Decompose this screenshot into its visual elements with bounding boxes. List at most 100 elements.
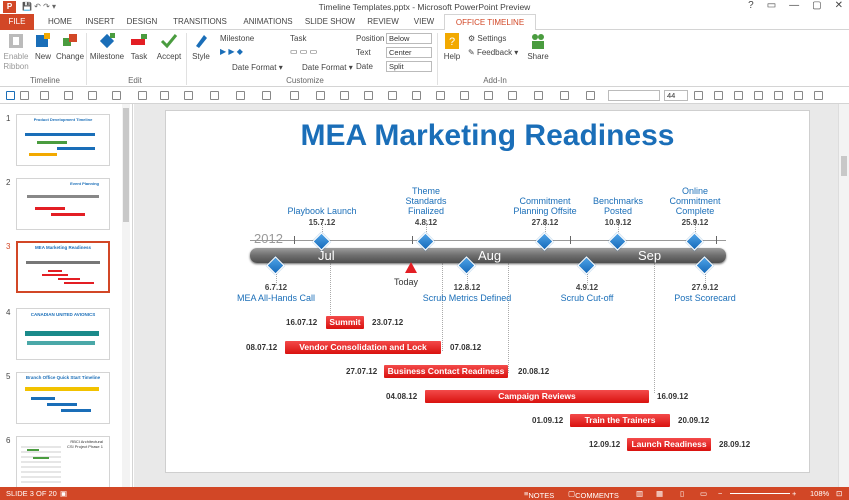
slide-thumbnail-3[interactable]: MEA Marketing Readiness — [16, 241, 110, 293]
align-icon[interactable] — [774, 91, 783, 100]
zoom-out-icon[interactable]: − — [718, 489, 722, 498]
milestone-label[interactable]: Commitment Planning Offsite — [505, 196, 585, 216]
format-icon[interactable] — [262, 91, 271, 100]
format-icon[interactable] — [112, 91, 121, 100]
format-icon[interactable] — [586, 91, 595, 100]
help-icon[interactable]: ? — [748, 0, 754, 11]
save-icon[interactable] — [6, 91, 15, 100]
spell-check-icon[interactable]: ▣ — [60, 489, 67, 498]
date-select[interactable]: Split — [386, 61, 432, 72]
canvas-scrollbar[interactable] — [838, 104, 849, 487]
scrollbar-thumb[interactable] — [841, 156, 847, 176]
slide-sorter-icon[interactable]: ▦ — [656, 489, 663, 498]
align-icon[interactable] — [794, 91, 803, 100]
tab-home[interactable]: HOME — [44, 14, 76, 30]
milestone-shape-icons[interactable]: ▶ ▶ ◆ — [220, 47, 243, 56]
slide-thumbnail-2[interactable]: Event Planning — [16, 178, 110, 230]
align-icon[interactable] — [754, 91, 763, 100]
close-icon[interactable]: ✕ — [835, 0, 843, 11]
slide-title[interactable]: MEA Marketing Readiness — [166, 119, 809, 153]
maximize-icon[interactable]: ▢ — [812, 0, 821, 11]
help-button[interactable]: ? Help — [441, 32, 463, 62]
tab-view[interactable]: VIEW — [410, 14, 438, 30]
format-icon[interactable] — [88, 91, 97, 100]
tab-slide-show[interactable]: SLIDE SHOW — [304, 14, 356, 30]
ribbon-display-icon[interactable]: ▭ — [767, 0, 776, 11]
settings-button[interactable]: ⚙ Settings — [468, 34, 506, 43]
slideshow-icon[interactable]: ▭ — [700, 489, 707, 498]
task-date-format-button[interactable]: Date Format ▾ — [302, 63, 353, 72]
task-bar[interactable]: Launch Readiness — [627, 438, 711, 451]
reading-view-icon[interactable]: ▯ — [680, 489, 684, 498]
new-timeline-button[interactable]: New — [32, 32, 54, 62]
task-bar[interactable]: Train the Trainers — [570, 414, 670, 427]
change-timeline-button[interactable]: Change — [56, 32, 84, 62]
slide-thumbnail-6[interactable]: RBCI Architectural CSI Project Phase 1 — [16, 436, 110, 488]
tab-transitions[interactable]: TRANSITIONS — [172, 14, 228, 30]
format-icon[interactable] — [508, 91, 517, 100]
milestone-label[interactable]: Benchmarks Posted — [583, 196, 653, 216]
thumbnails-scrollbar[interactable] — [122, 104, 130, 487]
fit-slide-icon[interactable]: ⊡ — [836, 489, 842, 498]
format-icon[interactable] — [290, 91, 299, 100]
zoom-in-icon[interactable]: + — [792, 489, 796, 498]
format-icon[interactable] — [64, 91, 73, 100]
position-select[interactable]: Below — [386, 33, 432, 44]
format-icon[interactable] — [484, 91, 493, 100]
format-icon[interactable] — [138, 91, 147, 100]
redo-icon[interactable] — [40, 91, 49, 100]
tab-file[interactable]: FILE — [0, 14, 34, 30]
milestone-label[interactable]: Theme Standards Finalized — [391, 186, 461, 216]
share-button[interactable]: Share — [526, 32, 550, 62]
format-icon[interactable] — [236, 91, 245, 100]
format-icon[interactable] — [388, 91, 397, 100]
minimize-icon[interactable]: — — [789, 0, 799, 11]
milestone-label[interactable]: Scrub Metrics Defined — [412, 293, 522, 303]
notes-button[interactable]: ≡ NOTES — [524, 489, 554, 500]
slide[interactable]: MEA Marketing Readiness 2012 Jul Aug Sep… — [165, 110, 810, 473]
task-bar[interactable]: Business Contact Readiness — [384, 365, 508, 378]
milestone-label[interactable]: Scrub Cut-off — [542, 293, 632, 303]
underline-icon[interactable] — [734, 91, 743, 100]
task-bar[interactable]: Campaign Reviews — [425, 390, 649, 403]
milestone-button[interactable]: Milestone — [89, 32, 125, 62]
format-icon[interactable] — [364, 91, 373, 100]
tab-review[interactable]: REVIEW — [366, 14, 400, 30]
format-icon[interactable] — [340, 91, 349, 100]
milestone-label[interactable]: MEA All-Hands Call — [221, 293, 331, 303]
format-icon[interactable] — [160, 91, 169, 100]
format-icon[interactable] — [436, 91, 445, 100]
tab-office-timeline-plus[interactable]: OFFICE TIMELINE PLUS — [444, 14, 536, 43]
milestone-label[interactable]: Playbook Launch — [272, 206, 372, 216]
format-icon[interactable] — [412, 91, 421, 100]
format-icon[interactable] — [210, 91, 219, 100]
accept-button[interactable]: Accept — [155, 32, 183, 62]
feedback-button[interactable]: ✎ Feedback ▾ — [468, 48, 518, 57]
enable-ribbon-button[interactable]: Enable Ribbon — [3, 32, 29, 72]
style-button[interactable]: Style — [190, 32, 212, 62]
slide-thumbnail-5[interactable]: Branch Office Quick Start Timeline — [16, 372, 110, 424]
format-icon[interactable] — [460, 91, 469, 100]
bold-icon[interactable] — [694, 91, 703, 100]
comments-button[interactable]: ▢ COMMENTS — [568, 489, 619, 500]
slide-thumbnail-1[interactable]: Product Development Timeline — [16, 114, 110, 166]
milestone-label[interactable]: Post Scorecard — [660, 293, 750, 303]
task-button[interactable]: Task — [128, 32, 150, 62]
milestone-label[interactable]: Online Commitment Complete — [660, 186, 730, 216]
font-size-input[interactable]: 44 — [664, 90, 688, 101]
task-bar[interactable]: Summit — [326, 316, 364, 329]
scrollbar-thumb[interactable] — [123, 108, 129, 222]
format-icon[interactable] — [534, 91, 543, 100]
task-bar[interactable]: Vendor Consolidation and Lock — [285, 341, 441, 354]
tab-design[interactable]: DESIGN — [124, 14, 160, 30]
align-icon[interactable] — [814, 91, 823, 100]
tab-insert[interactable]: INSERT — [82, 14, 118, 30]
italic-icon[interactable] — [714, 91, 723, 100]
format-icon[interactable] — [316, 91, 325, 100]
format-icon[interactable] — [184, 91, 193, 100]
undo-icon[interactable] — [20, 91, 29, 100]
slide-thumbnail-4[interactable]: CANADIAN UNITED AVIONICS — [16, 308, 110, 360]
zoom-slider[interactable] — [730, 493, 790, 494]
milestone-date-format-button[interactable]: Date Format ▾ — [232, 63, 283, 72]
text-select[interactable]: Center — [386, 47, 432, 58]
